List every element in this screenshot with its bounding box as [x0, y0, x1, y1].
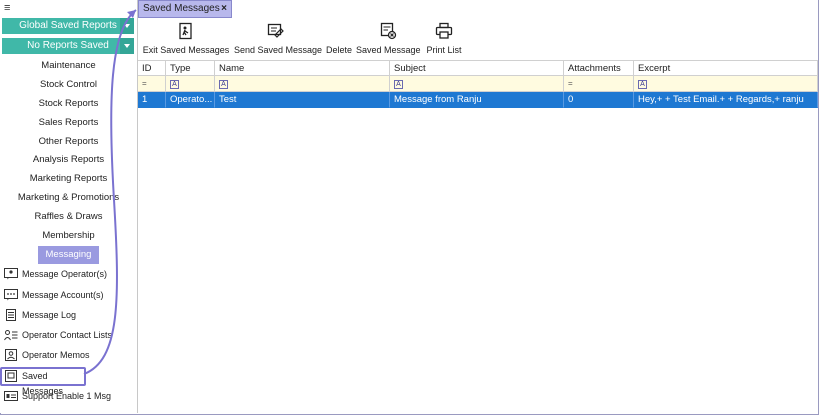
sub-support-enable-msg[interactable]: Support Enable 1 Msg: [2, 387, 134, 405]
sub-operator-memos[interactable]: Operator Memos: [2, 346, 134, 364]
speech-bubble-person-icon: [4, 268, 18, 280]
chevron-down-icon: [120, 18, 134, 34]
filter-excerpt[interactable]: A: [634, 76, 818, 92]
tab-saved-messages[interactable]: Saved Messages ×: [138, 0, 232, 18]
sub-saved-messages[interactable]: Saved Messages: [0, 367, 86, 396]
send-saved-message-button[interactable]: Send Saved Message: [234, 20, 322, 60]
delete-button[interactable]: Delete: [324, 20, 354, 60]
filter-text-icon: A: [219, 80, 228, 89]
print-list-button[interactable]: Print List: [424, 20, 464, 60]
nav-raffles-draws[interactable]: Raffles & Draws: [0, 208, 137, 226]
global-saved-reports-dropdown[interactable]: Global Saved Reports: [2, 18, 134, 34]
saved-message-icon: [5, 370, 17, 382]
nav-marketing-promotions[interactable]: Marketing & Promotions: [0, 189, 137, 207]
tab-bar: Saved Messages ×: [138, 0, 818, 18]
nav-messaging[interactable]: Messaging: [0, 246, 137, 264]
nav-analysis-reports[interactable]: Analysis Reports: [0, 151, 137, 169]
cell-name: Test: [215, 92, 390, 108]
exit-door-icon: [179, 22, 192, 40]
grid-header-row: ID Type Name Subject Attachments Excerpt: [138, 60, 818, 76]
saved-messages-grid: ID Type Name Subject Attachments Excerpt…: [138, 60, 818, 413]
log-list-icon: [6, 309, 16, 321]
sub-message-log[interactable]: Message Log: [2, 306, 134, 324]
nav-maintenance[interactable]: Maintenance: [0, 57, 137, 75]
cell-id: 1: [138, 92, 166, 108]
filter-text-icon: A: [170, 80, 179, 89]
nav-marketing-reports[interactable]: Marketing Reports: [0, 170, 137, 188]
filter-attachments[interactable]: =: [564, 76, 634, 92]
filter-text-icon: A: [394, 80, 403, 89]
table-row[interactable]: 1 Operato... Test Message from Ranju 0 H…: [138, 92, 818, 108]
nav-other-reports[interactable]: Other Reports: [0, 133, 137, 151]
chevron-down-icon: [120, 38, 134, 54]
column-header-type[interactable]: Type: [166, 60, 215, 76]
sub-operator-contact-lists[interactable]: Operator Contact Lists: [2, 326, 134, 344]
filter-id[interactable]: =: [138, 76, 166, 92]
send-message-icon: [267, 23, 284, 38]
filter-type[interactable]: A: [166, 76, 215, 92]
printer-icon: [435, 22, 453, 39]
tab-label: Saved Messages: [143, 3, 220, 14]
no-reports-saved-label: No Reports Saved: [27, 40, 109, 51]
column-header-subject[interactable]: Subject: [390, 60, 564, 76]
global-saved-reports-label: Global Saved Reports: [19, 20, 117, 31]
filter-equals-icon: =: [142, 79, 147, 88]
nav-membership[interactable]: Membership: [0, 227, 137, 245]
hamburger-menu-icon[interactable]: ≡: [4, 2, 16, 14]
memo-person-icon: [5, 349, 17, 361]
nav-sales-reports[interactable]: Sales Reports: [0, 114, 137, 132]
speech-bubble-dots-icon: [4, 289, 18, 301]
cell-attachments: 0: [564, 92, 634, 108]
close-tab-icon[interactable]: ×: [221, 1, 227, 17]
filter-text-icon: A: [638, 80, 647, 89]
sub-message-accounts[interactable]: Message Account(s): [2, 286, 134, 304]
filter-subject[interactable]: A: [390, 76, 564, 92]
saved-message-button[interactable]: Saved Message: [356, 20, 421, 60]
column-header-id[interactable]: ID: [138, 60, 166, 76]
toolbar: Exit Saved Messages Send Saved Message D…: [138, 20, 818, 60]
contact-list-icon: [4, 330, 18, 341]
cell-excerpt: Hey,+ + Test Email.+ + Regards,+ ranju: [634, 92, 818, 108]
sidebar: ≡ Global Saved Reports No Reports Saved …: [0, 0, 138, 413]
column-header-name[interactable]: Name: [215, 60, 390, 76]
nav-stock-control[interactable]: Stock Control: [0, 76, 137, 94]
filter-equals-icon: =: [568, 79, 573, 88]
no-reports-saved-dropdown[interactable]: No Reports Saved: [2, 38, 134, 54]
exit-saved-messages-button[interactable]: Exit Saved Messages: [142, 20, 230, 60]
filter-name[interactable]: A: [215, 76, 390, 92]
grid-filter-row: = A A A = A: [138, 76, 818, 92]
saved-message-delete-icon: [380, 22, 397, 40]
sub-message-operators[interactable]: Message Operator(s): [2, 265, 134, 283]
cell-subject: Message from Ranju: [390, 92, 564, 108]
cell-type: Operato...: [166, 92, 215, 108]
nav-stock-reports[interactable]: Stock Reports: [0, 95, 137, 113]
column-header-attachments[interactable]: Attachments: [564, 60, 634, 76]
support-message-icon: [4, 391, 18, 401]
column-header-excerpt[interactable]: Excerpt: [634, 60, 818, 76]
